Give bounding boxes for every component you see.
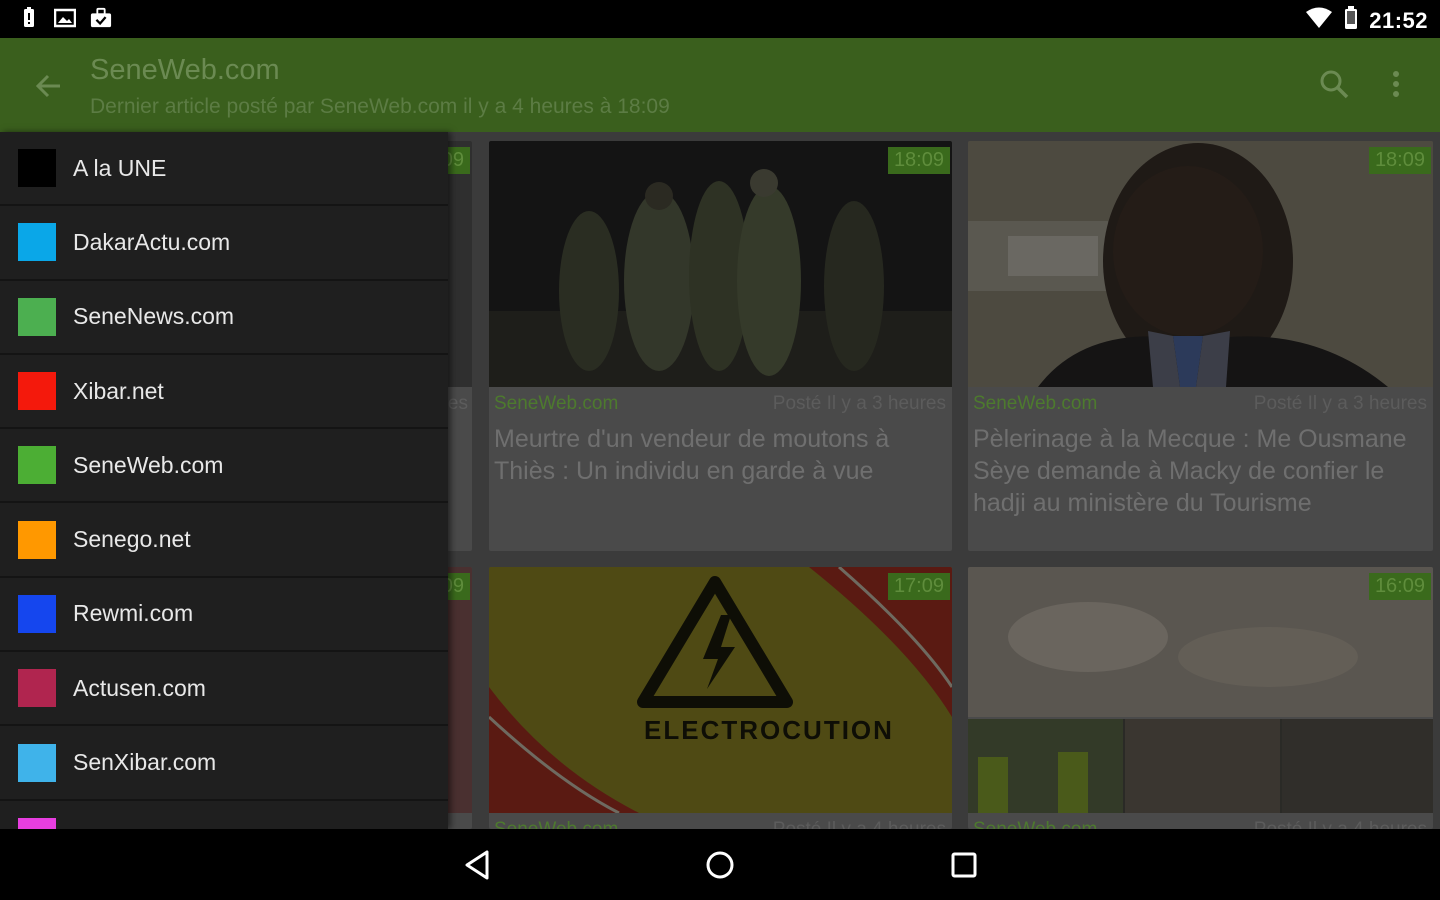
drawer-item[interactable]: Xibar.net: [0, 355, 448, 430]
image-icon: [54, 7, 76, 29]
drawer-item[interactable]: SenXibar.com: [0, 726, 448, 801]
briefcase-icon: [90, 7, 112, 29]
posted-label: Posté Il y a 3 heures: [1253, 393, 1427, 414]
source-label: SeneWeb.com: [973, 393, 1098, 414]
color-swatch: [18, 743, 56, 782]
drawer-item-label: SeneNews.com: [73, 303, 235, 330]
status-bar: 21:52: [0, 0, 1440, 38]
article-card[interactable]: 18:09 SeneWeb.com Posté Il y a 3 heures …: [968, 141, 1433, 551]
screen: 21:52 SeneWeb.com Dernier article posté …: [0, 0, 1440, 900]
drawer-item-label: SenXibar.com: [73, 749, 217, 776]
article-image: [489, 141, 952, 387]
drawer-item[interactable]: Rewmi.com: [0, 578, 448, 653]
posted-label: Posté Il y a 4 heures: [1254, 819, 1427, 829]
drawer-item-label: Xibar.net: [73, 377, 164, 404]
article-image: ELECTROCUTION: [489, 567, 952, 813]
color-swatch: [18, 669, 56, 708]
system-nav-bar: [0, 829, 1440, 900]
posted-label: Posté Il y a 4 heures: [773, 819, 946, 829]
battery-icon: [1343, 6, 1359, 35]
drawer-item[interactable]: SeneNews.com: [0, 281, 448, 355]
time-badge: 16:09: [1368, 573, 1431, 600]
source-label: SeneWeb.com: [494, 819, 618, 829]
notification-icons: [18, 7, 112, 29]
article-card[interactable]: 16:09 SeneWeb.com Posté Il y a 4 heures: [968, 567, 1433, 829]
color-swatch: [18, 817, 56, 829]
back-arrow-icon[interactable]: [30, 68, 66, 104]
electrocution-label: ELECTROCUTION: [644, 715, 894, 745]
home-circle-icon[interactable]: [702, 847, 738, 883]
drawer-item-label: Rewmi.com: [73, 600, 194, 627]
posted-label: es: [447, 393, 468, 414]
clock: 21:52: [1369, 7, 1428, 33]
drawer-item[interactable]: [0, 801, 448, 829]
color-swatch: [18, 372, 56, 411]
system-icons: 21:52: [1305, 6, 1428, 35]
drawer-item[interactable]: DakarActu.com: [0, 206, 448, 281]
color-swatch: [18, 297, 56, 336]
source-label: SeneWeb.com: [494, 393, 619, 414]
search-icon[interactable]: [1318, 68, 1350, 100]
time-badge: 17:09: [887, 573, 950, 600]
source-label: SeneWeb.com: [973, 819, 1097, 829]
drawer-item-label: Senego.net: [73, 526, 191, 553]
article-image: [968, 141, 1433, 387]
color-swatch: [18, 594, 56, 633]
more-vert-icon[interactable]: [1384, 68, 1408, 100]
drawer-item[interactable]: Actusen.com: [0, 652, 448, 727]
article-card[interactable]: 18:09 SeneWeb.com Posté Il y a 3 heures …: [489, 141, 952, 551]
time-badge: 18:09: [1368, 147, 1431, 174]
color-swatch: [18, 520, 56, 559]
drawer-item-label: DakarActu.com: [73, 228, 231, 255]
drawer-item-label: A la UNE: [73, 154, 167, 181]
drawer-item-label: Actusen.com: [73, 674, 206, 701]
drawer-item-label: SeneWeb.com: [73, 451, 224, 478]
app-bar: SeneWeb.com Dernier article posté par Se…: [0, 38, 1440, 132]
drawer-item[interactable]: SeneWeb.com: [0, 429, 448, 504]
article-headline: Pèlerinage à la Mecque : Me Ousmane Sèye…: [973, 425, 1407, 517]
color-swatch: [18, 446, 56, 485]
battery-alert-icon: [18, 7, 40, 29]
drawer-item[interactable]: Senego.net: [0, 503, 448, 578]
article-card[interactable]: ELECTROCUTION 17:09 SeneWeb.com Posté Il…: [489, 567, 952, 829]
color-swatch: [18, 149, 56, 188]
article-image: [968, 567, 1433, 813]
back-triangle-icon[interactable]: [460, 847, 496, 883]
drawer-item[interactable]: A la UNE: [0, 132, 448, 207]
time-badge: 18:09: [887, 147, 950, 174]
recents-square-icon[interactable]: [946, 847, 982, 883]
navigation-drawer: A la UNE DakarActu.com SeneNews.com Xibar.n…: [0, 132, 448, 829]
page-subtitle: Dernier article posté par SeneWeb.com il…: [90, 95, 670, 118]
page-title: SeneWeb.com: [90, 54, 280, 86]
posted-label: Posté Il y a 3 heures: [772, 393, 946, 414]
wifi-icon: [1305, 7, 1333, 34]
color-swatch: [18, 223, 56, 262]
article-headline: Meurtre d'un vendeur de moutons à Thiès …: [494, 425, 890, 485]
